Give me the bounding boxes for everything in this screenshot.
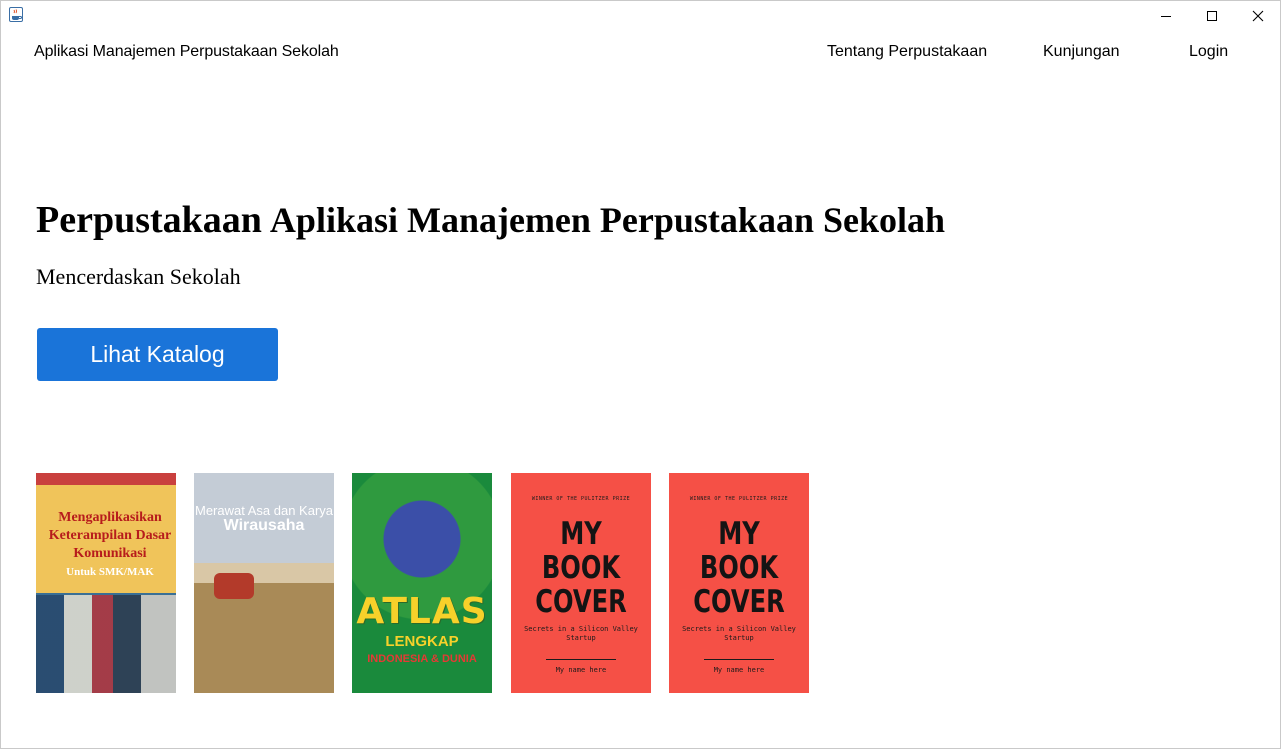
book-cover-1[interactable]: Mengaplikasikan Keterampilan Dasar Komun… [36, 473, 176, 693]
java-coffee-icon [9, 7, 23, 22]
book-title-text: ATLAS [356, 591, 488, 632]
app-brand: Aplikasi Manajemen Perpustakaan Sekolah [34, 43, 339, 60]
lihat-katalog-button[interactable]: Lihat Katalog [37, 328, 278, 381]
book-tagline-text: INDONESIA & DUNIA [367, 653, 477, 665]
cover-header-strip [36, 473, 176, 485]
book-title-text: Mengaplikasikan Keterampilan Dasar Komun… [48, 510, 172, 561]
minimize-icon [1160, 10, 1172, 22]
book-title-small: Merawat Asa dan Karya [194, 503, 334, 518]
hero-subtitle: Mencerdaskan Sekolah [36, 264, 241, 289]
book-title-text: MY BOOK COVER [693, 516, 785, 620]
hero-title-part1: Perpustakaan [36, 199, 262, 241]
book-author-text: My name here [555, 666, 607, 674]
book-cover-title: Mengaplikasikan Keterampilan Dasar Komun… [40, 509, 176, 581]
book-cover-5[interactable]: WINNER OF THE PULITZER PRIZE MY BOOK COV… [669, 473, 809, 693]
maximize-icon [1206, 10, 1218, 22]
app-window: Aplikasi Manajemen Perpustakaan Sekolah … [0, 0, 1281, 749]
book-subtitle-text: LENGKAP [385, 633, 459, 650]
close-button[interactable] [1235, 1, 1281, 31]
book-author-text: My name here [713, 666, 765, 674]
book-cover-3[interactable]: ATLAS LENGKAP INDONESIA & DUNIA [352, 473, 492, 693]
motorbike-rider-illustration [214, 573, 254, 599]
maximize-button[interactable] [1189, 1, 1235, 31]
book-subtitle-text: Secrets in a Silicon Valley Startup [524, 625, 638, 642]
minimize-button[interactable] [1143, 1, 1189, 31]
divider-line [546, 659, 616, 660]
cover-photo [36, 595, 176, 693]
book-title-big: Wirausaha [223, 517, 305, 534]
top-navigation: Aplikasi Manajemen Perpustakaan Sekolah … [1, 39, 1280, 65]
book-cover-title: Merawat Asa dan Karya Wirausaha [194, 503, 334, 534]
book-subtitle-text: Untuk SMK/MAK [66, 566, 154, 578]
hero-title-part2: Aplikasi Manajemen Perpustakaan Sekolah [269, 200, 946, 240]
book-top-line: WINNER OF THE PULITZER PRIZE [689, 496, 789, 502]
title-bar[interactable] [1, 1, 1280, 31]
book-subtitle-text: Secrets in a Silicon Valley Startup [682, 625, 796, 642]
nav-link-login[interactable]: Login [1189, 43, 1228, 61]
nav-link-kunjungan[interactable]: Kunjungan [1043, 43, 1120, 61]
nav-link-tentang-perpustakaan[interactable]: Tentang Perpustakaan [827, 43, 987, 61]
hero-title: Perpustakaan Aplikasi Manajemen Perpustak… [36, 198, 945, 242]
book-cover-2[interactable]: Merawat Asa dan Karya Wirausaha [194, 473, 334, 693]
close-icon [1252, 10, 1264, 22]
book-cover-4[interactable]: WINNER OF THE PULITZER PRIZE MY BOOK COV… [511, 473, 651, 693]
book-top-line: WINNER OF THE PULITZER PRIZE [531, 496, 631, 502]
divider-line [704, 659, 774, 660]
book-title-text: MY BOOK COVER [535, 516, 627, 620]
